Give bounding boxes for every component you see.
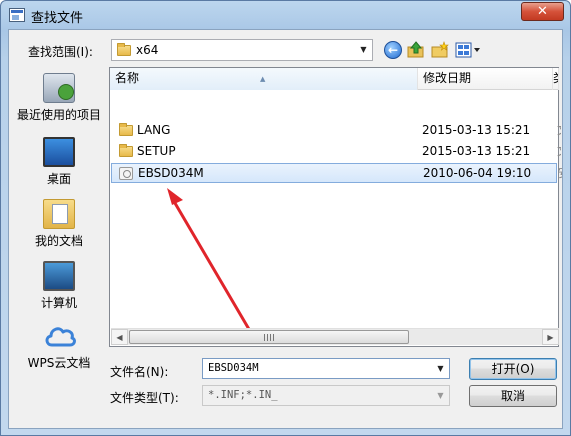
open-button[interactable]: 打开(O) [469,358,557,380]
window-icon [9,8,25,22]
scrollbar-thumb[interactable] [129,330,409,344]
wps-cloud-icon [43,321,76,351]
find-file-dialog: 查找文件 ✕ 查找范围(I): x64 ▼ ← 最近使用的项目 桌面 我的文档 … [0,0,571,436]
file-type: 文 [557,121,561,140]
new-folder-icon[interactable] [431,41,449,59]
file-type-value: *.INF;*.IN_ [208,389,278,401]
close-button[interactable]: ✕ [521,2,564,21]
computer-icon [43,261,75,291]
file-name-label: 文件名(N): [110,365,169,379]
place-recent-items[interactable]: 最近使用的项目 [12,73,106,123]
dialog-body: 查找范围(I): x64 ▼ ← 最近使用的项目 桌面 我的文档 计算机 WPS… [8,29,563,429]
file-list-view[interactable]: 名称 ▲ 修改日期 类 LANG 2015-03-13 15:21 文 SETU… [109,67,562,347]
chevron-down-icon[interactable]: ▼ [432,386,449,406]
file-name-input[interactable]: EBSD034M ▼ [202,358,450,379]
column-name-label: 名称 [115,71,140,85]
sort-ascending-icon: ▲ [260,75,266,83]
column-header-date[interactable]: 修改日期 [418,68,553,90]
place-label: 我的文档 [34,234,83,248]
file-type: 文 [557,142,561,161]
desktop-icon [43,137,75,167]
look-in-value: x64 [136,43,159,57]
file-name: EBSD034M [138,166,204,180]
back-arrow-icon[interactable]: ← [384,41,402,59]
title-bar: 查找文件 ✕ [1,1,570,29]
place-computer[interactable]: 计算机 [12,261,106,311]
column-header-row: 名称 ▲ 修改日期 类 [110,68,559,90]
place-wps-cloud[interactable]: WPS云文档 [12,321,106,371]
views-menu-icon[interactable] [455,41,483,59]
window-title: 查找文件 [31,11,84,26]
column-date-label: 修改日期 [423,71,472,85]
file-name-value: EBSD034M [208,362,259,374]
file-date: 2015-03-13 15:21 [422,123,531,137]
horizontal-scrollbar[interactable]: ◀ ▶ [111,328,559,345]
chevron-down-icon[interactable]: ▼ [355,40,372,60]
my-documents-icon [43,199,75,229]
file-row-lang[interactable]: LANG 2015-03-13 15:21 文 [111,121,561,141]
file-type: 安 [558,164,562,183]
file-name: SETUP [137,144,176,158]
look-in-label: 查找范围(I): [28,45,93,59]
file-row-setup[interactable]: SETUP 2015-03-13 15:21 文 [111,142,561,162]
place-label: 最近使用的项目 [16,108,101,122]
places-bar: 最近使用的项目 桌面 我的文档 计算机 WPS云文档 [12,67,106,385]
scroll-right-button[interactable]: ▶ [542,329,559,345]
column-header-type[interactable]: 类 [553,68,559,90]
look-in-dropdown[interactable]: x64 ▼ [111,39,373,61]
place-label: 桌面 [46,172,71,186]
place-label: WPS云文档 [27,356,91,370]
folder-icon [119,123,133,136]
file-row-ebsd034m[interactable]: EBSD034M 2010-06-04 19:10 安 [111,163,562,183]
file-type-label: 文件类型(T): [110,391,179,405]
file-name: LANG [137,123,171,137]
cancel-button[interactable]: 取消 [469,385,557,407]
scroll-grip-icon [264,334,274,341]
up-folder-icon[interactable] [407,41,425,59]
file-date: 2015-03-13 15:21 [422,144,531,158]
folder-icon [117,43,131,56]
recent-items-icon [43,73,75,103]
scroll-left-button[interactable]: ◀ [111,329,128,345]
file-type-dropdown[interactable]: *.INF;*.IN_ ▼ [202,385,450,406]
file-date: 2010-06-04 19:10 [423,166,532,180]
place-desktop[interactable]: 桌面 [12,137,106,187]
column-header-name[interactable]: 名称 ▲ [110,68,418,90]
chevron-down-icon[interactable]: ▼ [432,359,449,379]
column-type-label: 类 [553,71,558,85]
annotation-arrow [167,188,251,328]
place-my-documents[interactable]: 我的文档 [12,199,106,249]
place-label: 计算机 [40,296,77,310]
setup-file-icon [119,167,133,180]
folder-icon [119,144,133,157]
